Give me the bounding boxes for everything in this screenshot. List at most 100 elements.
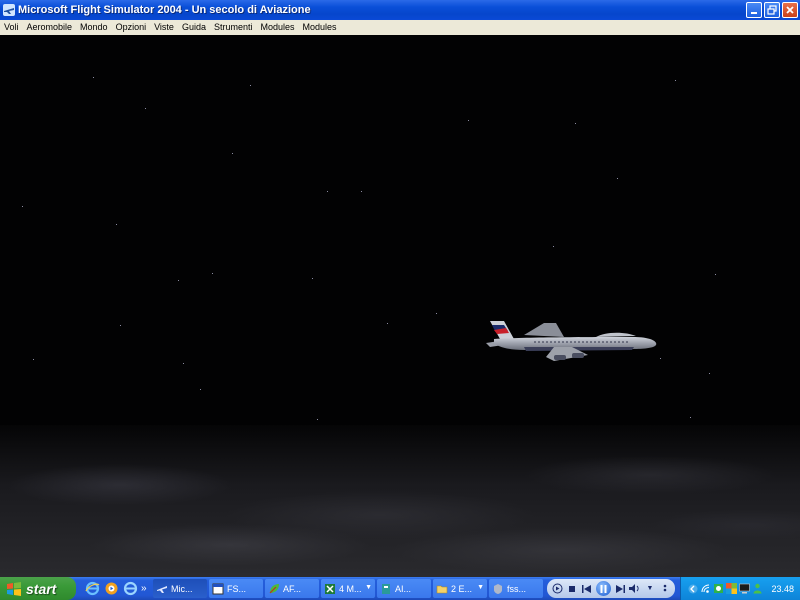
start-label: start xyxy=(26,580,57,597)
quick-launch: » xyxy=(84,577,149,600)
media-player-toolbar: ▼ xyxy=(547,579,675,598)
menu-opzioni[interactable]: Opzioni xyxy=(112,20,151,35)
wireless-icon[interactable] xyxy=(700,583,711,594)
task-button[interactable]: AI... xyxy=(377,579,431,598)
menu-guida[interactable]: Guida xyxy=(178,20,210,35)
star xyxy=(200,389,201,390)
chevron-down-icon[interactable]: ▼ xyxy=(644,583,656,595)
restore-player-icon[interactable] xyxy=(551,583,563,595)
star xyxy=(120,325,121,326)
star xyxy=(317,419,318,420)
messenger-icon[interactable] xyxy=(752,583,763,594)
app-icon xyxy=(382,583,390,594)
task-list: Mic... FS... AF... 4 M... ▼ AI... 2 E...… xyxy=(153,577,543,600)
star xyxy=(93,77,94,78)
hide-icons-chevron-icon[interactable] xyxy=(687,583,698,594)
internet-explorer-icon[interactable] xyxy=(84,581,100,597)
folder-icon xyxy=(436,585,448,593)
previous-icon[interactable] xyxy=(581,583,593,595)
start-button[interactable]: start xyxy=(0,577,76,600)
star xyxy=(553,246,554,247)
star xyxy=(22,206,23,207)
star xyxy=(660,358,661,359)
task-label: AF... xyxy=(283,583,302,594)
menu-modules-1[interactable]: Modules xyxy=(257,20,299,35)
star xyxy=(387,323,388,324)
window-title: Microsoft Flight Simulator 2004 - Un sec… xyxy=(18,4,311,16)
task-label: fss... xyxy=(507,583,527,594)
star xyxy=(327,191,328,192)
options-icon[interactable] xyxy=(659,583,671,595)
monitor-icon[interactable] xyxy=(739,583,751,594)
star xyxy=(436,313,437,314)
windows-flag-icon xyxy=(6,581,22,597)
star xyxy=(468,120,469,121)
menu-viste[interactable]: Viste xyxy=(150,20,178,35)
task-button[interactable]: Mic... xyxy=(153,579,207,598)
task-label: FS... xyxy=(227,583,247,594)
close-icon xyxy=(786,6,794,14)
star xyxy=(690,417,691,418)
menu-voli[interactable]: Voli xyxy=(0,20,23,35)
excel-icon xyxy=(325,583,335,594)
menu-mondo[interactable]: Mondo xyxy=(76,20,112,35)
star xyxy=(675,80,676,81)
close-button[interactable] xyxy=(782,2,798,18)
minimize-icon xyxy=(751,12,757,14)
system-tray: 23.48 xyxy=(680,577,800,600)
star xyxy=(33,359,34,360)
task-button-group[interactable]: 4 M... ▼ xyxy=(321,579,375,598)
restore-button[interactable] xyxy=(764,2,780,18)
media-player-icon[interactable] xyxy=(103,581,119,597)
window-controls xyxy=(746,2,798,18)
window-icon xyxy=(212,583,224,594)
star xyxy=(212,273,213,274)
task-label: AI... xyxy=(395,583,412,594)
volume-icon[interactable] xyxy=(629,583,641,595)
taskbar: start » Mic... FS... AF... 4 M... ▼ AI..… xyxy=(0,577,800,600)
task-button[interactable]: fss... xyxy=(489,579,543,598)
star xyxy=(617,178,618,179)
aircraft-icon xyxy=(486,321,657,361)
task-label: 4 M... xyxy=(339,583,362,594)
restore-icon xyxy=(767,5,777,15)
clock[interactable]: 23.48 xyxy=(771,584,794,594)
menu-strumenti[interactable]: Strumenti xyxy=(210,20,257,35)
star xyxy=(709,373,710,374)
menu-bar: Voli Aeromobile Mondo Opzioni Viste Guid… xyxy=(0,20,800,35)
star xyxy=(715,274,716,275)
task-label: 2 E... xyxy=(451,583,473,594)
task-label: Mic... xyxy=(171,583,193,594)
shield-icon xyxy=(494,583,502,594)
cloud-layer xyxy=(0,425,800,577)
task-button-group[interactable]: 2 E... ▼ xyxy=(433,579,487,598)
menu-aeromobile[interactable]: Aeromobile xyxy=(23,20,77,35)
group-arrow-icon: ▼ xyxy=(365,584,372,591)
task-button[interactable]: FS... xyxy=(209,579,263,598)
star xyxy=(178,280,179,281)
sim-viewport[interactable] xyxy=(0,35,800,577)
star xyxy=(183,363,184,364)
plane-icon xyxy=(157,585,167,593)
security-icon[interactable] xyxy=(726,583,738,594)
app-icon xyxy=(3,4,15,16)
stop-icon[interactable] xyxy=(566,583,578,595)
flight-sim-window: Microsoft Flight Simulator 2004 - Un sec… xyxy=(0,0,800,577)
quicklaunch-more[interactable]: » xyxy=(141,583,149,594)
star xyxy=(232,153,233,154)
star xyxy=(145,108,146,109)
title-bar[interactable]: Microsoft Flight Simulator 2004 - Un sec… xyxy=(0,0,800,20)
next-icon[interactable] xyxy=(614,583,626,595)
star xyxy=(312,278,313,279)
ie-icon-2[interactable] xyxy=(122,581,138,597)
star xyxy=(250,85,251,86)
minimize-button[interactable] xyxy=(746,2,762,18)
group-arrow-icon: ▼ xyxy=(477,584,484,591)
star xyxy=(116,224,117,225)
task-button[interactable]: AF... xyxy=(265,579,319,598)
star xyxy=(361,191,362,192)
green-app-icon[interactable] xyxy=(713,583,724,594)
play-pause-icon[interactable] xyxy=(596,581,611,596)
star xyxy=(575,123,576,124)
menu-modules-2[interactable]: Modules xyxy=(299,20,341,35)
